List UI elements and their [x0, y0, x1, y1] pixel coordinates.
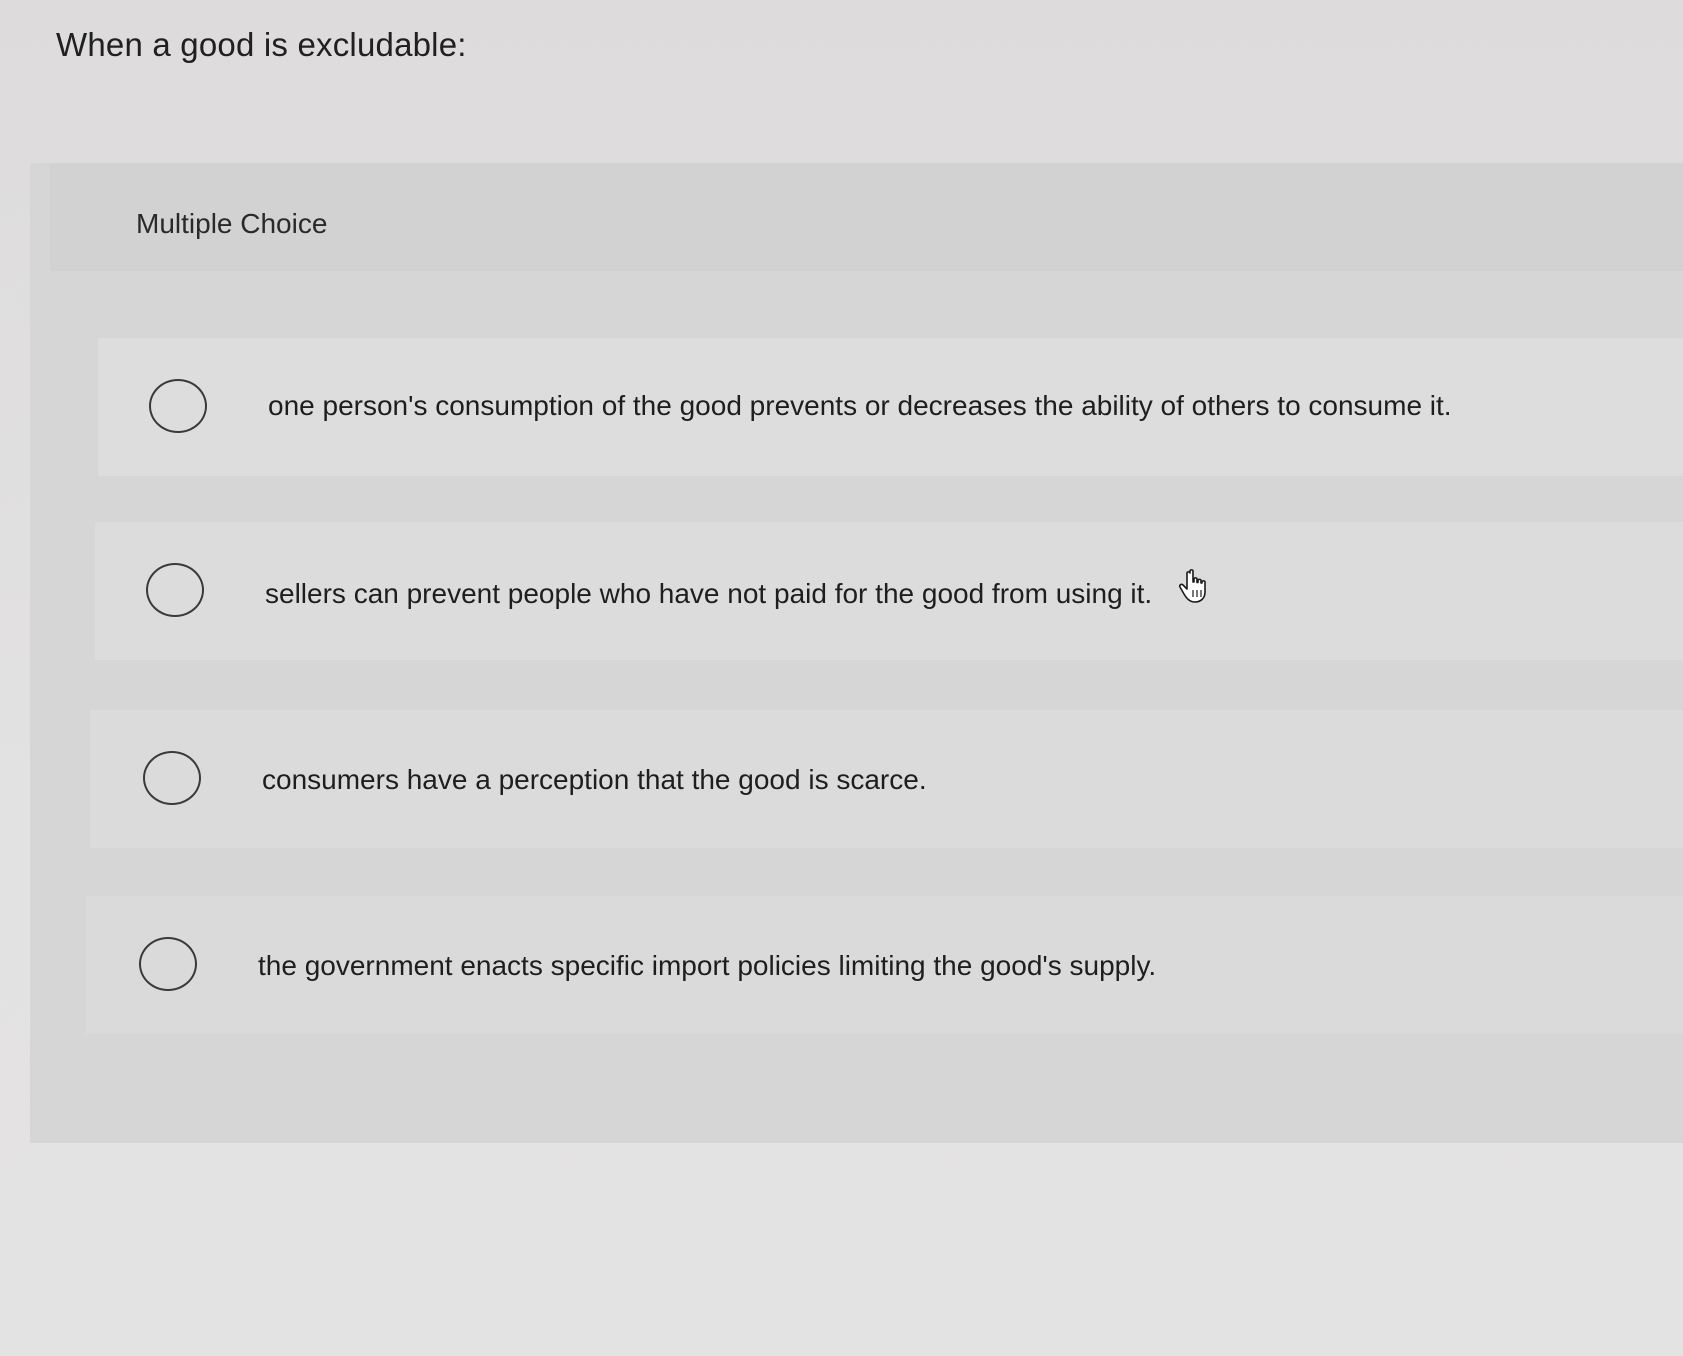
question-type-label: Multiple Choice — [136, 208, 328, 239]
choice-text-1[interactable]: one person's consumption of the good pre… — [268, 390, 1452, 422]
radio-button-4[interactable] — [139, 937, 197, 991]
radio-button-3[interactable] — [143, 751, 201, 805]
question-prompt: When a good is excludable: — [56, 26, 467, 63]
choice-text-3[interactable]: consumers have a perception that the goo… — [262, 764, 927, 796]
hand-pointer-icon — [1178, 569, 1206, 603]
choice-text-2[interactable]: sellers can prevent people who have not … — [265, 578, 1152, 610]
choice-text-4[interactable]: the government enacts specific import po… — [258, 950, 1156, 982]
radio-button-2[interactable] — [146, 563, 204, 617]
radio-button-1[interactable] — [149, 379, 207, 433]
